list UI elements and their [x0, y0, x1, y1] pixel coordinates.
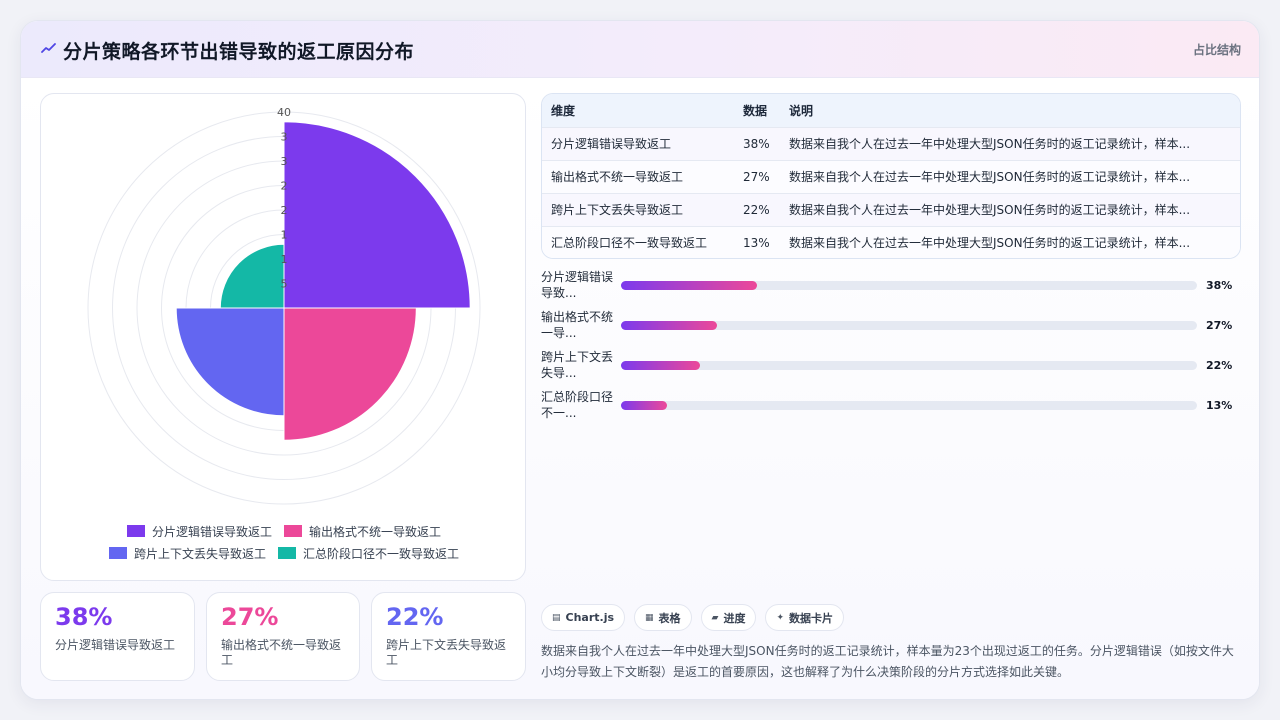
legend-item[interactable]: 跨片上下文丢失导致返工: [108, 545, 266, 562]
progress-track: [621, 401, 1197, 410]
legend-item[interactable]: 汇总阶段口径不一致导致返工: [278, 545, 459, 562]
progress-label: 输出格式不统一导...: [541, 310, 614, 340]
stat-label: 输出格式不统一导致返工: [221, 638, 342, 667]
progress-fill: [621, 361, 700, 370]
table-row: 输出格式不统一导致返工 27% 数据来自我个人在过去一年中处理大型JSON任务时…: [542, 159, 1240, 193]
table-icon: ▦: [645, 612, 654, 623]
progress-row: 跨片上下文丢失导... 22%: [541, 349, 1241, 389]
description-text: 数据来自我个人在过去一年中处理大型JSON任务时的返工记录统计，样本量为23个出…: [541, 644, 1234, 679]
axis-tick-label: 5: [281, 278, 288, 291]
tech-chips: ▤ Chart.js ▦ 表格 ▰ 进度 ✦ 数据卡片: [541, 604, 845, 631]
column-header: 维度: [551, 103, 576, 118]
progress-fill: [621, 281, 757, 290]
stat-card: 27% 输出格式不统一导致返工: [206, 592, 360, 681]
axis-tick-label: 1: [281, 229, 288, 242]
legend-swatch: [284, 525, 302, 537]
progress-track: [621, 361, 1197, 370]
axis-tick-label: 2: [281, 180, 288, 193]
legend-label: 分片逻辑错误导致返工: [151, 524, 272, 539]
progress-value: 38%: [1206, 279, 1233, 292]
axis-tick-label: 3: [281, 155, 288, 168]
chip-label: 进度: [723, 611, 746, 625]
chip-chartjs[interactable]: ▤ Chart.js: [541, 604, 626, 631]
progress-fill: [621, 401, 668, 410]
table-cell: 13%: [734, 225, 780, 258]
chip-label: 数据卡片: [789, 611, 834, 625]
header-bar: 分片策略各环节出错导致的返工原因分布 占比结构: [21, 21, 1259, 78]
progress-label: 跨片上下文丢失导...: [541, 350, 614, 380]
table-row: 跨片上下文丢失导致返工 22% 数据来自我个人在过去一年中处理大型JSON任务时…: [542, 192, 1240, 226]
legend-item[interactable]: 分片逻辑错误导致返工: [126, 523, 272, 540]
page-title: 分片策略各环节出错导致的返工原因分布: [63, 41, 415, 63]
polar-area-chart: 5 1 1 2 2 3 3 40: [87, 106, 481, 505]
progress-row: 输出格式不统一导... 27%: [541, 309, 1241, 349]
chip-table[interactable]: ▦ 表格: [634, 604, 692, 631]
table-row: 分片逻辑错误导致返工 38% 数据来自我个人在过去一年中处理大型JSON任务时的…: [542, 126, 1240, 160]
chart-legend: 分片逻辑错误导致返工 输出格式不统一导致返工 跨片上下文丢失导致返工 汇总阶段口…: [41, 520, 527, 564]
stat-value: 38%: [55, 603, 113, 631]
table-cell: 数据来自我个人在过去一年中处理大型JSON任务时的返工记录统计，样本...: [780, 225, 1240, 258]
trend-line-icon: [41, 43, 56, 53]
table-cell: 汇总阶段口径不一致导致返工: [542, 225, 734, 258]
legend-swatch: [108, 547, 127, 559]
table-cell: 22%: [734, 192, 780, 226]
axis-tick-label: 1: [281, 253, 288, 266]
axis-tick-label: 2: [281, 204, 288, 217]
chip-progress[interactable]: ▰ 进度: [700, 604, 757, 631]
table-row: 汇总阶段口径不一致导致返工 13% 数据来自我个人在过去一年中处理大型JSON任…: [542, 225, 1240, 258]
stat-card: 38% 分片逻辑错误导致返工: [40, 592, 195, 681]
legend-swatch: [278, 547, 296, 559]
legend-label: 汇总阶段口径不一致导致返工: [303, 546, 460, 561]
progress-fill: [621, 321, 718, 330]
axis-tick-label: 3: [281, 131, 288, 144]
sparkle-icon: ✦: [776, 612, 785, 623]
progress-track: [621, 281, 1197, 290]
column-header: 说明: [789, 103, 814, 118]
table-cell: 数据来自我个人在过去一年中处理大型JSON任务时的返工记录统计，样本...: [780, 159, 1240, 193]
chip-label: Chart.js: [565, 611, 615, 624]
progress-label: 分片逻辑错误导致...: [541, 270, 614, 300]
legend-swatch: [126, 525, 145, 537]
progress-value: 13%: [1206, 399, 1233, 412]
stat-value: 22%: [386, 603, 444, 631]
progress-row: 分片逻辑错误导致... 38%: [541, 269, 1241, 309]
table-cell: 输出格式不统一导致返工: [542, 159, 734, 193]
legend-label: 输出格式不统一导致返工: [309, 524, 442, 539]
polar-wedge[interactable]: [283, 307, 417, 441]
table-header-row: 维度 数据 说明: [542, 94, 1240, 127]
table-cell: 27%: [734, 159, 780, 193]
stat-label: 分片逻辑错误导致返工: [55, 638, 176, 652]
polar-wedge[interactable]: [175, 307, 285, 417]
table-cell: 分片逻辑错误导致返工: [542, 126, 734, 160]
data-table: 维度 数据 说明 分片逻辑错误导致返工 38% 数据来自我个人在过去一年中处理大…: [541, 93, 1241, 259]
axis-tick-label: 40: [277, 106, 291, 119]
progress-row: 汇总阶段口径不一... 13%: [541, 389, 1241, 429]
column-header: 数据: [743, 103, 768, 118]
polar-chart-panel: 5 1 1 2 2 3 3 40 分片逻辑错误导致返工 输出格式不统一导致返工 跨片上下文丢失…: [40, 93, 526, 581]
table-cell: 数据来自我个人在过去一年中处理大型JSON任务时的返工记录统计，样本...: [780, 192, 1240, 226]
chip-data-card[interactable]: ✦ 数据卡片: [765, 604, 845, 631]
table-cell: 跨片上下文丢失导致返工: [542, 192, 734, 226]
stat-card: 22% 跨片上下文丢失导致返工: [371, 592, 526, 681]
polar-wedge[interactable]: [283, 121, 471, 309]
legend-item[interactable]: 输出格式不统一导致返工: [284, 523, 441, 540]
header-tag: 占比结构: [1192, 43, 1241, 57]
stat-label: 跨片上下文丢失导致返工: [386, 638, 507, 667]
stat-value: 27%: [221, 603, 279, 631]
legend-label: 跨片上下文丢失导致返工: [133, 546, 266, 561]
progress-track: [621, 321, 1197, 330]
progress-icon: ▰: [711, 612, 719, 623]
chart-icon: ▤: [552, 612, 561, 623]
table-cell: 数据来自我个人在过去一年中处理大型JSON任务时的返工记录统计，样本...: [780, 126, 1240, 160]
progress-label: 汇总阶段口径不一...: [541, 390, 614, 420]
chip-label: 表格: [658, 611, 681, 625]
progress-value: 22%: [1206, 359, 1233, 372]
dashboard-card: 分片策略各环节出错导致的返工原因分布 占比结构 5 1 1 2 2 3 3 40 分片逻辑错误…: [20, 20, 1260, 700]
polar-wedge[interactable]: [219, 243, 285, 309]
table-cell: 38%: [734, 126, 780, 160]
progress-value: 27%: [1206, 319, 1233, 332]
